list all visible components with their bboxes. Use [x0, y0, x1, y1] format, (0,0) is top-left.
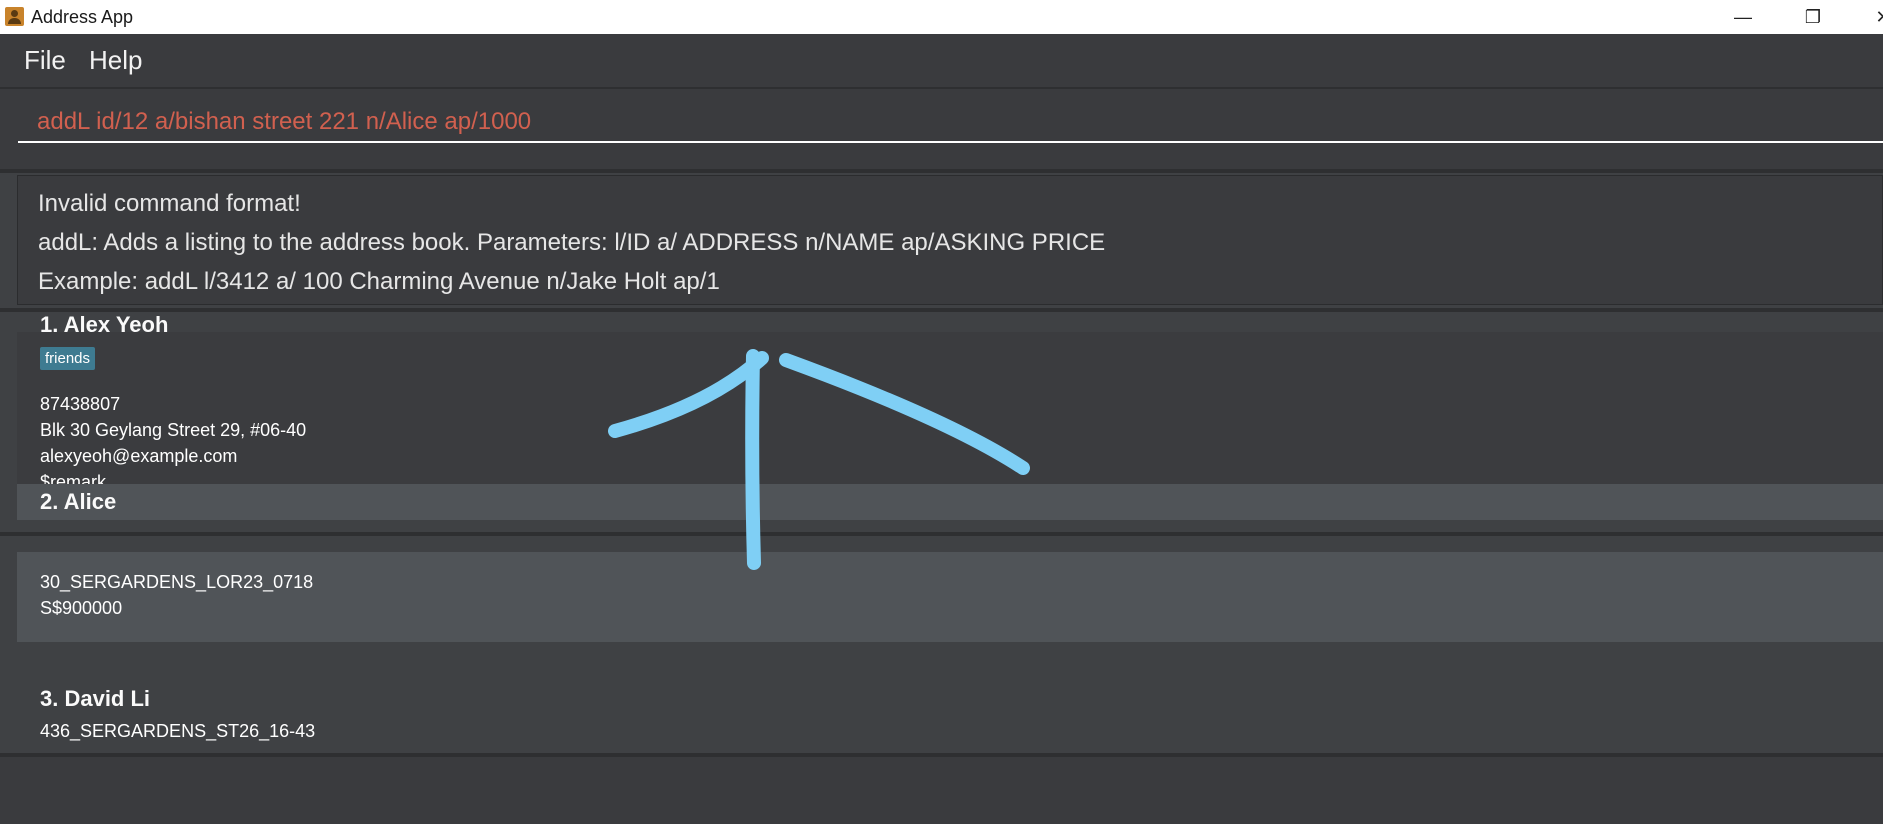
listing-card[interactable]: 30_SERGARDENS_LOR23_0718 S$900000 [17, 552, 1883, 642]
listing-id: 436_SERGARDENS_ST26_16-43 [40, 721, 316, 741]
app-icon [5, 7, 24, 26]
result-example-line: Example: addL l/3412 a/ 100 Charming Ave… [38, 268, 720, 295]
person-address: Blk 30 Geylang Street 29, #06-40 [40, 420, 307, 440]
minimize-button[interactable]: — [1718, 0, 1768, 34]
menu-file[interactable]: File [24, 45, 66, 76]
status-bar [0, 757, 1883, 824]
listing-name: 3. David Li [40, 686, 151, 711]
listing-id: 30_SERGARDENS_LOR23_0718 [40, 572, 314, 592]
menu-bar: File Help [0, 34, 1883, 87]
person-phone: 87438807 [40, 394, 121, 414]
person-name: 1. Alex Yeoh [40, 312, 169, 337]
window-title: Address App [31, 7, 134, 27]
result-usage-line: addL: Adds a listing to the address book… [38, 229, 1106, 256]
close-button[interactable]: ✕ [1858, 0, 1883, 34]
listing-price: S$900000 [40, 598, 123, 618]
tag-badge: friends [40, 347, 96, 370]
listing-list-panel[interactable]: 30_SERGARDENS_LOR23_0718 S$900000 3. Dav… [0, 536, 1883, 753]
listing-card[interactable]: 3. David Li 436_SERGARDENS_ST26_16-43 [17, 642, 1883, 753]
result-error-line: Invalid command format! [38, 190, 301, 217]
result-display: Invalid command format! addL: Adds a lis… [17, 175, 1883, 305]
person-card[interactable]: 2. Alice [17, 484, 1883, 520]
menu-help[interactable]: Help [89, 45, 142, 76]
command-input[interactable] [18, 102, 1883, 143]
title-bar: Address App — ❐ ✕ [0, 0, 1883, 34]
person-email: alexyeoh@example.com [40, 446, 238, 466]
divider [0, 169, 1883, 173]
person-name: 2. Alice [40, 489, 117, 514]
person-card[interactable]: 1. Alex Yeoh friends 87438807 Blk 30 Gey… [17, 312, 1883, 492]
command-box [0, 89, 1883, 169]
person-list-panel[interactable]: 1. Alex Yeoh friends 87438807 Blk 30 Gey… [0, 312, 1883, 532]
restore-button[interactable]: ❐ [1788, 0, 1838, 34]
